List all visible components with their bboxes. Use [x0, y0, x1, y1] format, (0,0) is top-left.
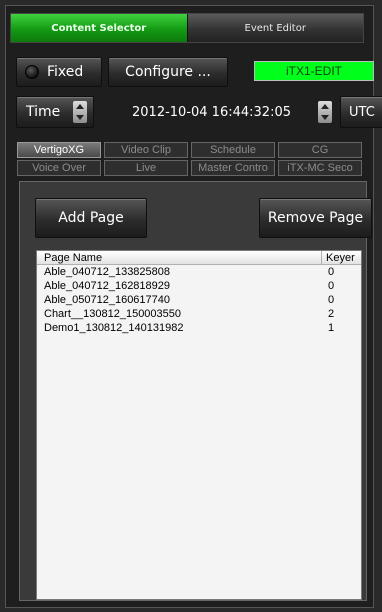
fixed-button[interactable]: Fixed: [16, 57, 102, 87]
list-item[interactable]: Able_050712_160617740 0: [37, 293, 361, 307]
list-item[interactable]: Demo1_130812_140131982 1: [37, 321, 361, 335]
time-value: 2012-10-04 16:44:32:05: [132, 104, 291, 120]
led-indicator-icon: [25, 65, 39, 79]
keyer-cell: 0: [328, 266, 335, 278]
utc-button[interactable]: UTC: [340, 96, 382, 128]
list-item[interactable]: Able_040712_133825808 0: [37, 265, 361, 279]
list-item[interactable]: Able_040712_162818929 0: [37, 279, 361, 293]
subtab-live[interactable]: Live: [104, 160, 188, 176]
page-name-cell: Able_040712_162818929: [44, 280, 171, 292]
subtab-cg[interactable]: CG: [278, 142, 362, 158]
content-type-tabs: VertigoXG Video Clip Schedule CG Voice O…: [17, 142, 362, 178]
column-header-keyer[interactable]: Keyer: [322, 251, 361, 264]
add-page-button[interactable]: Add Page: [35, 198, 147, 238]
remove-page-button[interactable]: Remove Page: [259, 198, 372, 238]
status-indicator: iTX1-EDIT: [254, 61, 374, 81]
page-name-cell: Chart__130812_150003550: [44, 308, 182, 320]
keyer-cell: 0: [328, 294, 335, 306]
page-list[interactable]: Page Name Keyer Able_040712_133825808 0 …: [36, 250, 362, 600]
time-value-spinner-icon[interactable]: [318, 101, 332, 123]
subtab-video-clip[interactable]: Video Clip: [104, 142, 188, 158]
subtab-voice-over[interactable]: Voice Over: [17, 160, 101, 176]
keyer-cell: 2: [328, 308, 335, 320]
list-item[interactable]: Chart__130812_150003550 2: [37, 307, 361, 321]
time-label: Time: [26, 104, 61, 120]
subtab-vertigoxg[interactable]: VertigoXG: [17, 142, 101, 158]
fixed-label: Fixed: [47, 64, 84, 80]
time-mode-spinner-icon[interactable]: [73, 101, 87, 123]
tab-content-selector[interactable]: Content Selector: [11, 14, 187, 42]
subtab-master-control[interactable]: Master Contro: [191, 160, 275, 176]
keyer-cell: 1: [328, 322, 335, 334]
subtab-itx-mc-secondary[interactable]: iTX-MC Seco: [278, 160, 362, 176]
page-name-cell: Able_040712_133825808: [44, 266, 171, 278]
page-name-cell: Able_050712_160617740: [44, 294, 171, 306]
top-tab-bar: Content Selector Event Editor: [10, 13, 364, 43]
time-button[interactable]: Time: [16, 96, 94, 128]
configure-button[interactable]: Configure ...: [108, 57, 228, 87]
keyer-cell: 0: [328, 280, 335, 292]
list-header: Page Name Keyer: [37, 251, 361, 265]
subtab-schedule[interactable]: Schedule: [191, 142, 275, 158]
page-name-cell: Demo1_130812_140131982: [44, 322, 184, 334]
column-header-page-name[interactable]: Page Name: [37, 251, 322, 264]
tab-event-editor[interactable]: Event Editor: [186, 14, 363, 42]
